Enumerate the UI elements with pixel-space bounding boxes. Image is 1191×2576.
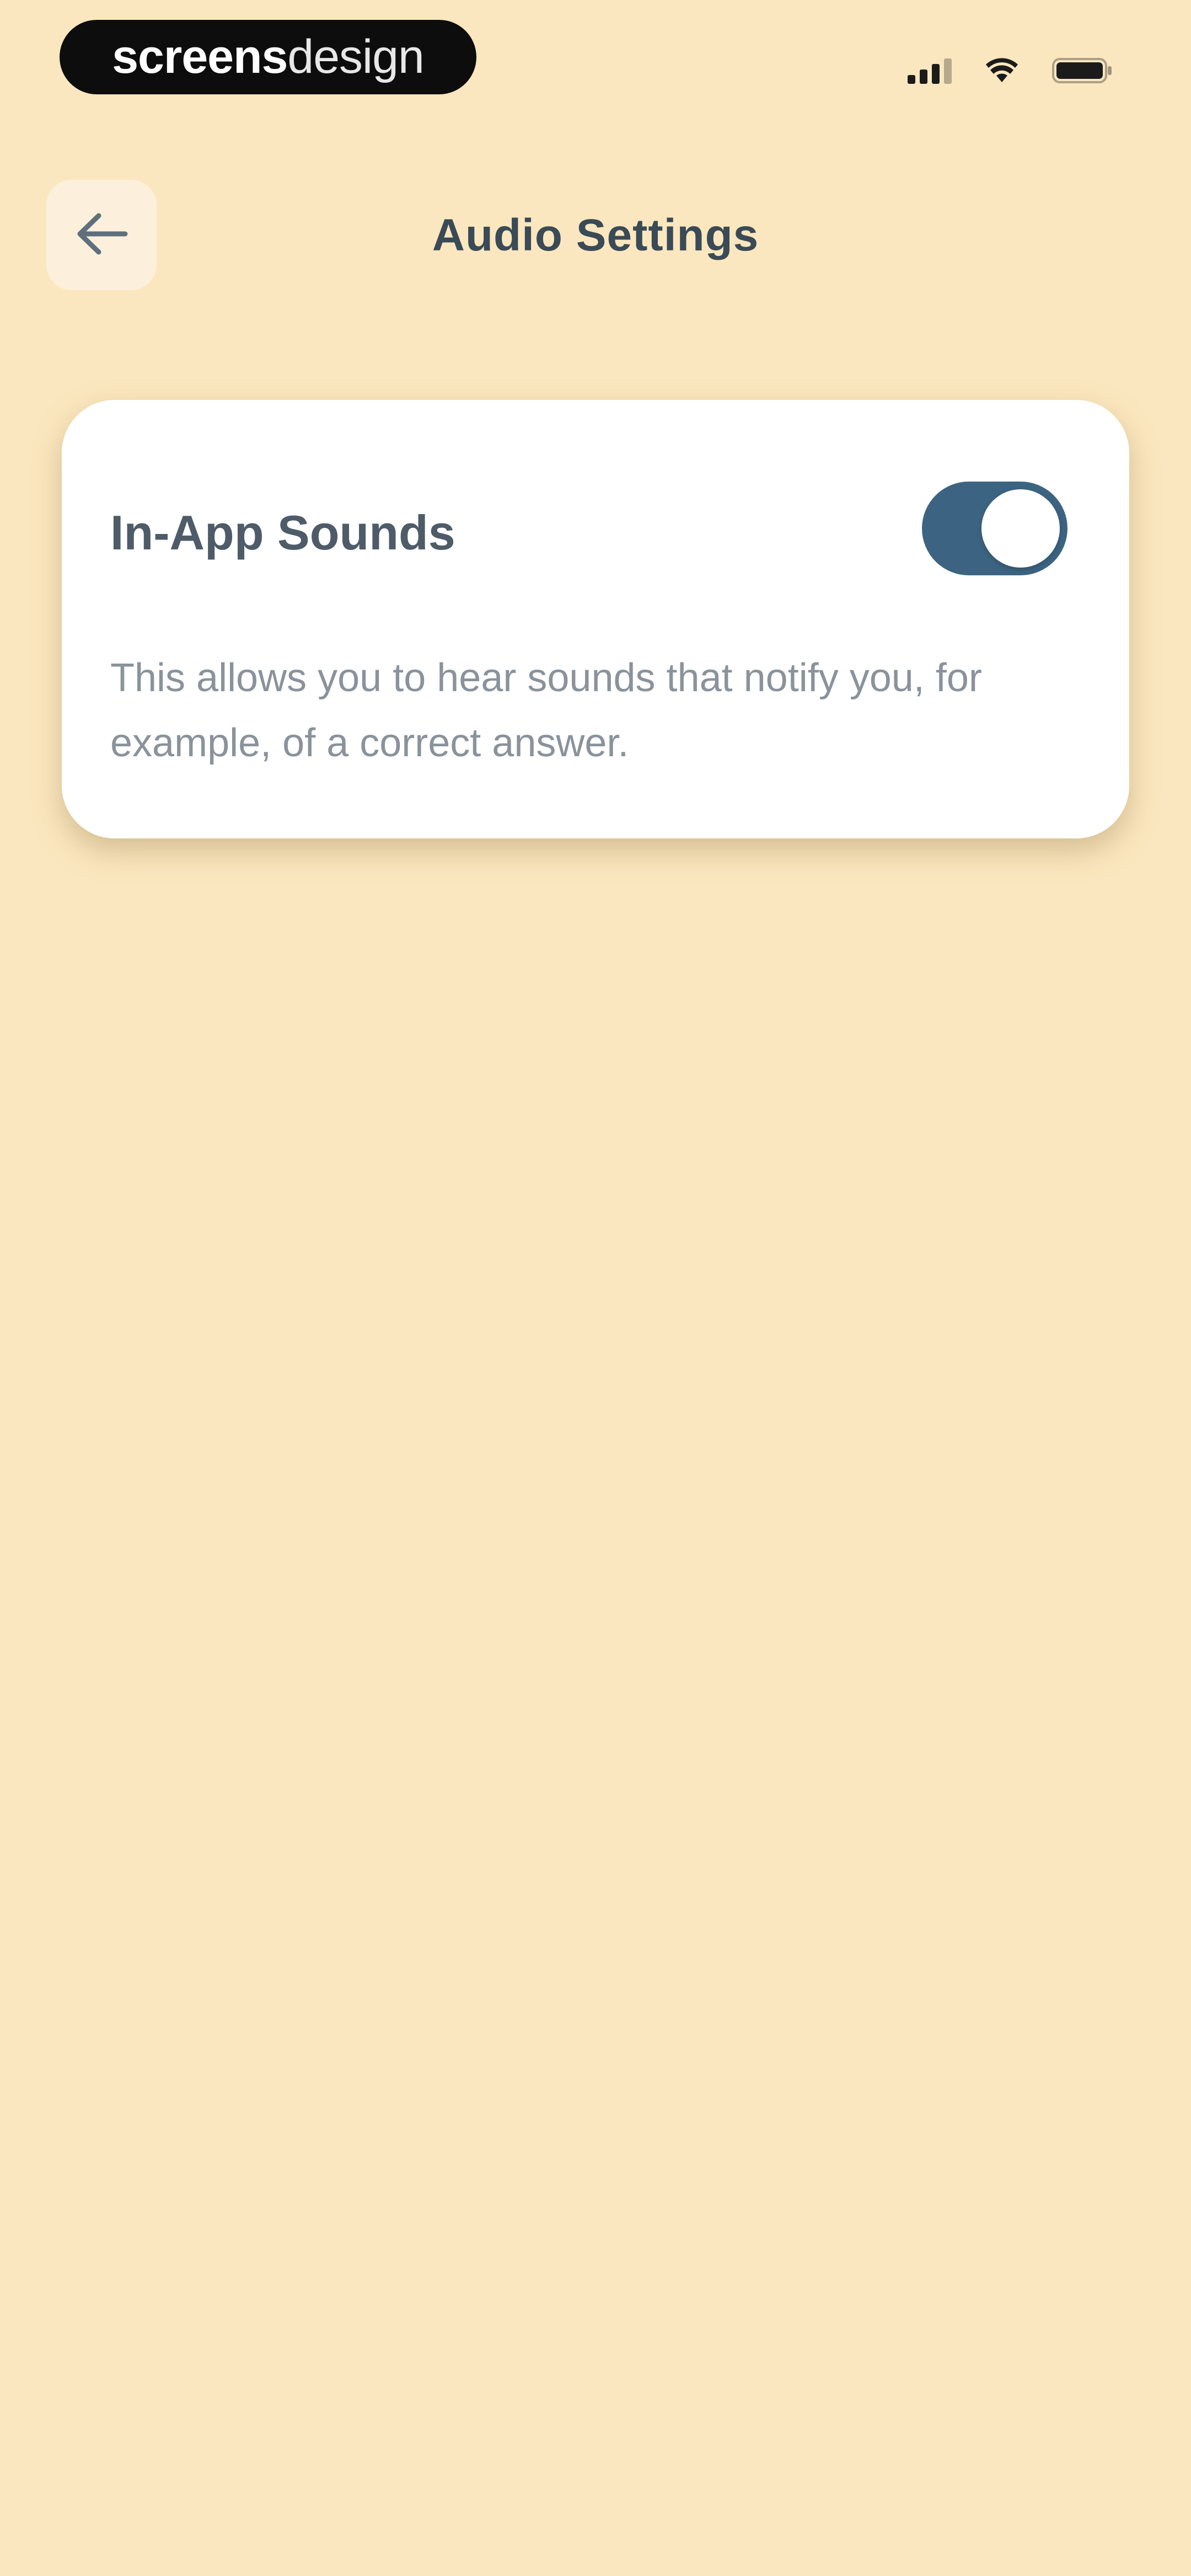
in-app-sounds-card: In-App Sounds This allows you to hear so… [62,400,1129,838]
in-app-sounds-description: This allows you to hear sounds that noti… [110,656,982,765]
toggle-knob [981,489,1060,568]
watermark-text-bold: screens [112,30,288,83]
battery-icon [1052,57,1114,84]
status-icons [908,54,1114,87]
wifi-icon [985,58,1019,83]
watermark-text-light: design [287,30,424,83]
page-title: Audio Settings [432,210,759,260]
status-bar: screens design [0,0,1191,127]
header: Audio Settings [0,165,1191,320]
audio-settings-screen: screens design Audio Settings In-App Sou… [0,0,1191,2576]
watermark-logo: screens design [60,20,476,94]
in-app-sounds-label: In-App Sounds [110,505,455,560]
signal-icon [908,57,952,84]
in-app-sounds-toggle[interactable] [922,482,1067,575]
